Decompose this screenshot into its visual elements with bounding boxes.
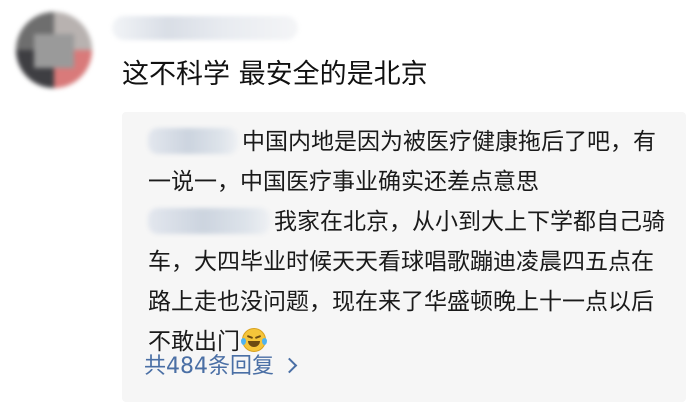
reply-username-blurred[interactable] [148,128,238,154]
reply-item[interactable]: 中国内地是因为被医疗健康拖后了吧，有一说一，中国医疗事业确实还差点意思 [148,122,668,202]
comment-text: 这不科学 最安全的是北京 [122,59,428,90]
avatar-face [34,34,74,68]
chevron-right-icon [281,357,298,374]
replies-panel: 中国内地是因为被医疗健康拖后了吧，有一说一，中国医疗事业确实还差点意思 我家在北… [122,112,686,402]
crying-laughing-emoji-icon [241,328,267,352]
avatar[interactable] [16,12,92,88]
username-blurred[interactable] [112,16,298,40]
comment-card: 这不科学 最安全的是北京 中国内地是因为被医疗健康拖后了吧，有一说一，中国医疗事… [0,0,700,409]
view-all-replies-link[interactable]: 共484条回复 [144,352,298,382]
reply-count-label: 共484条回复 [144,354,274,379]
reply-item[interactable]: 我家在北京，从小到大上下学都自己骑车，大四毕业时候天天看球唱歌蹦迪凌晨四五点在路… [148,202,668,362]
reply-username-blurred[interactable] [148,208,270,234]
